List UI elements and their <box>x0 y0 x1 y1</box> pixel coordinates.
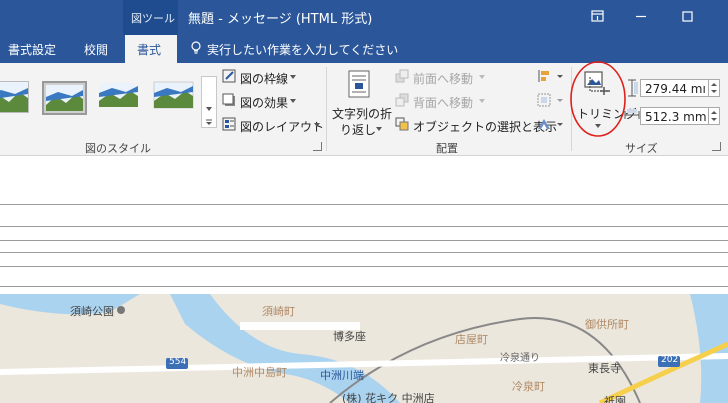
send-backward-icon <box>395 93 409 107</box>
group-objects-button[interactable] <box>537 93 565 110</box>
map-label: (株) 花キク 中洲店 <box>342 392 435 403</box>
context-tab-label: 図ツール <box>131 12 175 25</box>
height-icon <box>628 79 638 97</box>
group-separator <box>326 67 327 151</box>
divider-line <box>0 226 728 227</box>
maximize-button[interactable] <box>664 0 710 35</box>
picture-layout-label: 図のレイアウト <box>240 120 325 134</box>
rotate-button[interactable] <box>537 117 565 134</box>
lightbulb-icon <box>191 41 201 54</box>
map-label: 須崎町 <box>262 305 295 318</box>
size-group-label: サイズ <box>625 142 658 155</box>
chevron-down-icon <box>479 75 485 79</box>
ribbon: 図の枠線 図の効果 図のレイアウト 図のスタイル 文字列の折 り返し 前面へ移動… <box>0 61 728 156</box>
window-title: 無題 - メッセージ (HTML 形式) <box>188 12 373 27</box>
map-label: 御供所町 <box>585 318 629 331</box>
picture-styles-group-label: 図のスタイル <box>85 142 151 155</box>
picture-styles-launcher[interactable] <box>313 142 322 151</box>
spinner-arrows-icon <box>711 111 717 121</box>
wrap-text-label-2: り返し <box>340 123 377 137</box>
divider-line <box>0 286 728 287</box>
tab-review[interactable]: 校閲 <box>84 41 108 58</box>
map-label: 中洲川端 <box>320 369 364 382</box>
title-bar: 図ツール 無題 - メッセージ (HTML 形式) <box>0 0 728 35</box>
map-label: 須崎公園 <box>70 305 114 318</box>
effects-icon <box>222 93 235 106</box>
wrap-text-button[interactable]: 文字列の折 り返し <box>330 68 393 138</box>
picture-layout-icon <box>222 117 236 131</box>
map-label: 店屋町 <box>455 333 488 346</box>
map-label: 冷泉通り <box>500 353 540 364</box>
maximize-icon <box>682 11 693 22</box>
group-icon <box>537 93 563 107</box>
message-body[interactable] <box>0 156 728 294</box>
picture-style-thumb-4[interactable] <box>153 81 194 111</box>
map-label: 中洲中島町 <box>232 366 287 379</box>
picture-style-thumb-3[interactable] <box>98 81 139 111</box>
arrange-group-label: 配置 <box>436 142 458 155</box>
height-input[interactable]: 279.44 mı <box>640 79 710 97</box>
route-554-badge: 554 <box>169 357 187 367</box>
rotate-icon <box>538 119 563 129</box>
chevron-down-icon <box>314 123 320 127</box>
selection-pane-icon <box>395 117 409 131</box>
chevron-down-icon <box>479 99 485 103</box>
ribbon-display-icon <box>591 10 604 22</box>
map-label: 東長寺 <box>588 362 621 375</box>
divider-line <box>0 204 728 205</box>
align-icon <box>538 70 563 82</box>
tell-me-placeholder: 実行したい作業を入力してください <box>207 43 399 57</box>
width-spinner[interactable] <box>708 107 720 125</box>
route-202-badge: 202 <box>661 355 679 365</box>
selection-pane-label: オブジェクトの選択と表示 <box>413 120 558 134</box>
gallery-more-icon <box>206 107 212 125</box>
divider-line <box>0 240 728 241</box>
align-button[interactable] <box>537 69 565 86</box>
map-label: 冷泉町 <box>512 380 545 393</box>
tab-picture-format-label: 書式 <box>137 43 162 57</box>
red-annotation-circle <box>570 61 626 137</box>
chevron-down-icon <box>290 99 296 103</box>
tab-format-text[interactable]: 書式設定 <box>8 41 56 58</box>
wrap-text-icon <box>348 70 370 98</box>
size-launcher[interactable] <box>712 142 721 151</box>
divider-line <box>0 266 728 267</box>
width-icon <box>624 109 640 119</box>
picture-tools-context-tab: 図ツール <box>123 0 178 35</box>
map-label: 博多座 <box>333 330 366 343</box>
picture-border-label: 図の枠線 <box>240 72 289 86</box>
spinner-arrows-icon <box>711 83 717 93</box>
wrap-text-label-1: 文字列の折 <box>332 107 393 121</box>
bring-forward-icon <box>395 69 409 83</box>
minimize-button[interactable] <box>618 0 664 35</box>
map-image[interactable]: 須崎公園 須崎町 博多座 店屋町 御供所町 中洲中島町 中洲川端 冷泉通り 冷泉… <box>0 294 728 403</box>
divider-line <box>0 252 728 253</box>
chevron-down-icon <box>376 127 382 131</box>
map-label: 祇園 <box>604 395 626 403</box>
gallery-scroll-buttons[interactable] <box>201 76 217 128</box>
picture-style-thumb-1[interactable] <box>0 81 29 113</box>
send-backward-label: 背面へ移動 <box>413 96 474 110</box>
bring-forward-label: 前面へ移動 <box>413 72 474 86</box>
picture-effects-label: 図の効果 <box>240 96 289 110</box>
ribbon-display-options-button[interactable] <box>574 0 620 35</box>
tab-picture-format[interactable]: 書式 <box>125 35 177 64</box>
height-spinner[interactable] <box>708 79 720 97</box>
width-input[interactable]: 512.3 mm <box>640 107 710 125</box>
minimize-icon <box>636 15 646 18</box>
picture-style-thumb-2[interactable] <box>42 81 87 115</box>
chevron-down-icon <box>290 75 296 79</box>
pencil-border-icon <box>222 69 236 83</box>
